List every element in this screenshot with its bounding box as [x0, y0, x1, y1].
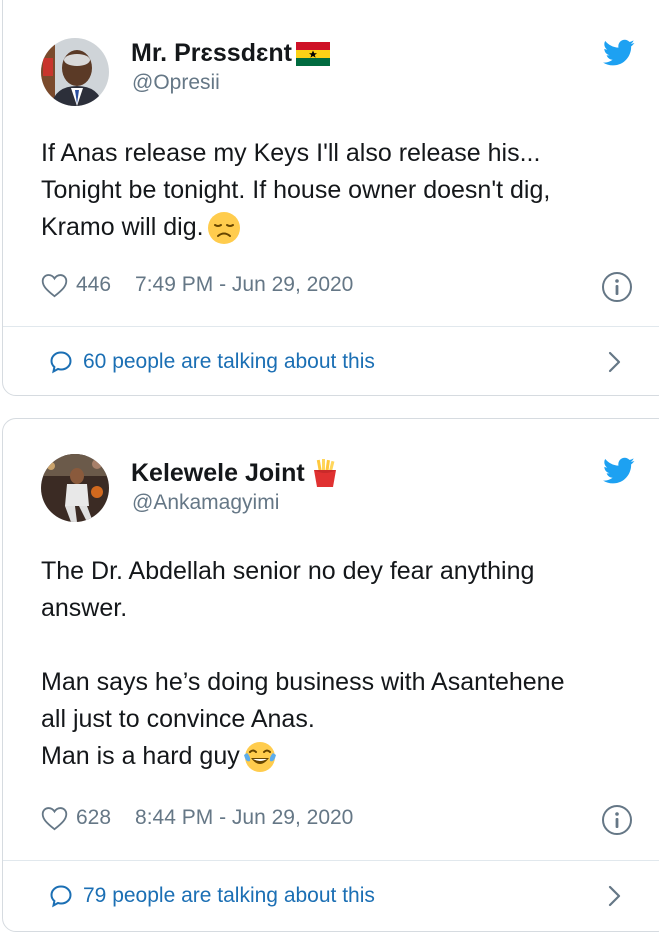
- twitter-bird-icon[interactable]: [603, 457, 635, 485]
- display-name[interactable]: Mr. Prɛssdɛnt: [131, 39, 330, 68]
- tweet-meta: 446 7:49 PM - Jun 29, 2020: [41, 270, 353, 300]
- tweet-line: If Anas release my Keys I'll also releas…: [41, 139, 541, 167]
- user-handle[interactable]: @Opresii: [132, 71, 220, 95]
- conversation-link[interactable]: 79 people are talking about this: [49, 881, 375, 911]
- tears-of-joy-emoji: [243, 742, 276, 773]
- talking-count: 79 people are talking about this: [83, 884, 375, 907]
- heart-icon[interactable]: [41, 273, 68, 298]
- tweet-line: all just to convince Anas.: [41, 705, 315, 733]
- conversation-link[interactable]: 60 people are talking about this: [49, 347, 375, 377]
- tweet-body: The Dr. Abdellah senior no dey fear anyt…: [41, 553, 641, 775]
- speech-bubble-icon: [50, 885, 72, 908]
- user-handle[interactable]: @Ankamagyimi: [132, 491, 279, 515]
- like-count[interactable]: 446: [76, 273, 111, 297]
- fries-icon: [313, 459, 336, 487]
- tweet-body: If Anas release my Keys I'll also releas…: [41, 135, 641, 246]
- timestamp[interactable]: 7:49 PM - Jun 29, 2020: [135, 273, 353, 297]
- tweet-line: Kramo will dig.: [41, 209, 641, 246]
- info-icon[interactable]: [601, 804, 633, 836]
- tweet-line: Man says he’s doing business with Asante…: [41, 668, 565, 696]
- timestamp[interactable]: 8:44 PM - Jun 29, 2020: [135, 806, 353, 830]
- info-icon[interactable]: [601, 271, 633, 303]
- chevron-right-icon[interactable]: [607, 884, 623, 908]
- tweet-line: Tonight be tonight. If house owner doesn…: [41, 176, 551, 204]
- ghana-flag-icon: [296, 41, 330, 66]
- speech-bubble-icon: [50, 351, 72, 374]
- tweet-line: The Dr. Abdellah senior no dey fear anyt…: [41, 557, 535, 585]
- avatar-photo: [41, 38, 109, 106]
- avatar-photo: [41, 454, 109, 522]
- avatar[interactable]: [41, 454, 109, 522]
- tweet-line: answer.: [41, 594, 128, 622]
- avatar[interactable]: [41, 38, 109, 106]
- chevron-right-icon[interactable]: [607, 350, 623, 374]
- talking-count: 60 people are talking about this: [83, 350, 375, 373]
- tweet-card[interactable]: Kelewele Joint @Ankamagyimi The Dr. Abde…: [2, 418, 659, 932]
- tweet-meta: 628 8:44 PM - Jun 29, 2020: [41, 803, 353, 833]
- disappointed-face-emoji: [207, 212, 240, 245]
- divider: [3, 860, 659, 861]
- tweet-card[interactable]: Mr. Prɛssdɛnt @Opresii If Anas release m…: [2, 0, 659, 396]
- divider: [3, 326, 659, 327]
- heart-icon[interactable]: [41, 806, 68, 831]
- twitter-bird-icon[interactable]: [603, 39, 635, 67]
- tweet-line: Man is a hard guy: [41, 738, 641, 775]
- like-count[interactable]: 628: [76, 806, 111, 830]
- display-name[interactable]: Kelewele Joint: [131, 457, 341, 489]
